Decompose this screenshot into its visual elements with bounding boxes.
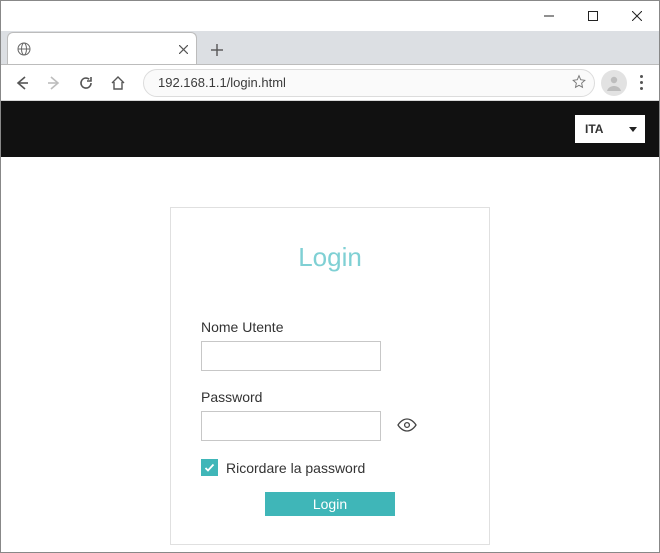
remember-label: Ricordare la password (226, 460, 365, 476)
tab-close-button[interactable] (179, 41, 188, 57)
forward-button[interactable] (39, 68, 69, 98)
reload-icon (78, 75, 94, 91)
maximize-icon (588, 11, 598, 21)
check-icon (204, 462, 215, 473)
kebab-dot-icon (640, 81, 643, 84)
kebab-dot-icon (640, 75, 643, 78)
password-input[interactable] (201, 411, 381, 441)
login-card: Login Nome Utente Password Ricordare la … (170, 207, 490, 545)
back-button[interactable] (7, 68, 37, 98)
browser-tab[interactable] (7, 32, 197, 64)
globe-icon (16, 41, 32, 57)
plus-icon (211, 44, 223, 56)
window-titlebar (1, 1, 659, 31)
arrow-left-icon (14, 75, 30, 91)
language-selected: ITA (585, 122, 603, 136)
window-close-button[interactable] (615, 1, 659, 31)
person-icon (605, 74, 623, 92)
username-label: Nome Utente (201, 319, 459, 335)
language-selector[interactable]: ITA (575, 115, 645, 143)
address-text: 192.168.1.1/login.html (158, 75, 286, 90)
minimize-icon (544, 11, 554, 21)
login-title: Login (201, 242, 459, 273)
username-row: Nome Utente (201, 319, 459, 371)
bookmark-button[interactable] (572, 74, 586, 91)
star-icon (572, 74, 586, 88)
close-icon (632, 11, 642, 21)
arrow-right-icon (46, 75, 62, 91)
window-minimize-button[interactable] (527, 1, 571, 31)
site-header: ITA (1, 101, 659, 157)
eye-icon (397, 418, 417, 432)
window-maximize-button[interactable] (571, 1, 615, 31)
profile-button[interactable] (601, 70, 627, 96)
kebab-dot-icon (640, 87, 643, 90)
reload-button[interactable] (71, 68, 101, 98)
home-icon (110, 75, 126, 91)
browser-toolbar: 192.168.1.1/login.html (1, 65, 659, 101)
chevron-down-icon (629, 122, 637, 136)
show-password-button[interactable] (397, 418, 417, 437)
login-button[interactable]: Login (265, 492, 395, 516)
home-button[interactable] (103, 68, 133, 98)
browser-menu-button[interactable] (629, 75, 653, 90)
password-label: Password (201, 389, 459, 405)
username-input[interactable] (201, 341, 381, 371)
remember-checkbox[interactable] (201, 459, 218, 476)
password-row: Password (201, 389, 459, 441)
new-tab-button[interactable] (203, 36, 231, 64)
address-bar[interactable]: 192.168.1.1/login.html (143, 69, 595, 97)
browser-tab-strip (1, 31, 659, 65)
login-area: Login Nome Utente Password Ricordare la … (1, 157, 659, 545)
remember-password-row[interactable]: Ricordare la password (201, 459, 459, 476)
page-content: ITA Login Nome Utente Password (1, 101, 659, 552)
close-icon (179, 45, 188, 54)
